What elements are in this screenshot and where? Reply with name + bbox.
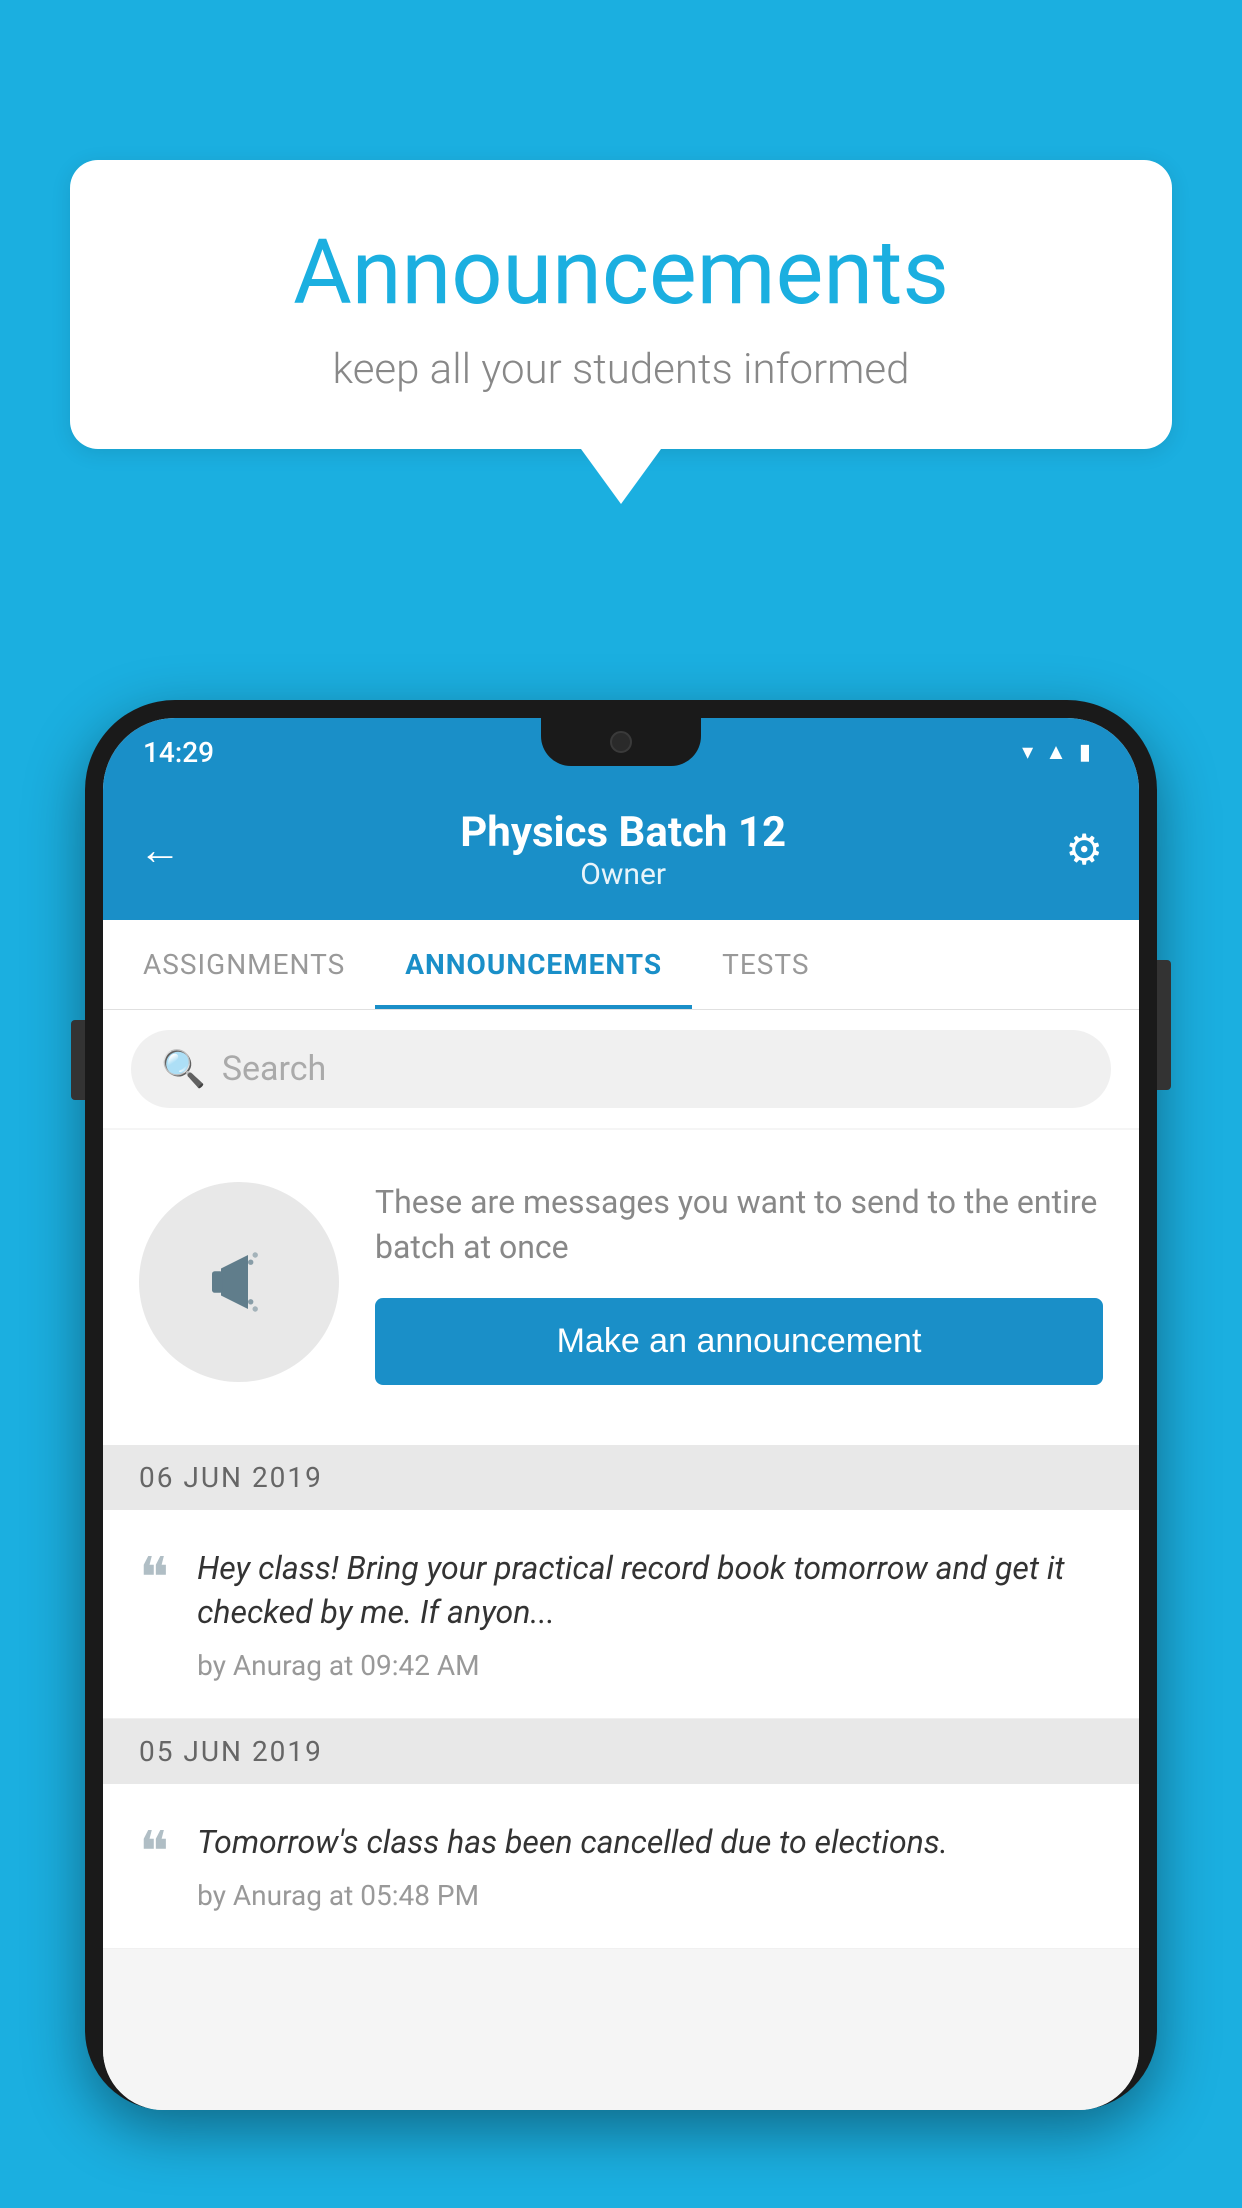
camera	[610, 731, 632, 753]
announcement-content-1: Hey class! Bring your practical record b…	[197, 1546, 1103, 1683]
search-bar: 🔍 Search	[103, 1010, 1139, 1128]
empty-state-description: These are messages you want to send to t…	[375, 1180, 1103, 1270]
bubble-title: Announcements	[130, 220, 1112, 325]
make-announcement-button[interactable]: Make an announcement	[375, 1298, 1103, 1385]
battery-icon: ▮	[1079, 740, 1091, 765]
megaphone-icon	[194, 1237, 284, 1327]
bubble-subtitle: keep all your students informed	[130, 345, 1112, 394]
bubble-arrow	[581, 449, 661, 504]
speech-bubble-section: Announcements keep all your students inf…	[70, 160, 1172, 504]
signal-icon: ▲	[1045, 739, 1067, 765]
settings-icon[interactable]: ⚙	[1065, 825, 1103, 875]
speech-bubble-card: Announcements keep all your students inf…	[70, 160, 1172, 449]
search-placeholder-text: Search	[222, 1049, 326, 1089]
wifi-icon: ▾	[1022, 740, 1033, 765]
header-title: Physics Batch 12	[460, 808, 786, 857]
search-input-container[interactable]: 🔍 Search	[131, 1030, 1111, 1108]
announcement-meta-2: by Anurag at 05:48 PM	[197, 1879, 1103, 1912]
date-divider-1: 06 JUN 2019	[103, 1445, 1139, 1510]
back-button[interactable]: ←	[139, 826, 181, 875]
empty-state-icon-circle	[139, 1182, 339, 1382]
content-area: 🔍 Search	[103, 1010, 1139, 2110]
empty-state-section: These are messages you want to send to t…	[103, 1130, 1139, 1445]
status-icons: ▾ ▲ ▮	[1022, 739, 1091, 765]
header-subtitle: Owner	[460, 857, 786, 892]
search-icon: 🔍	[161, 1048, 206, 1090]
tab-assignments[interactable]: ASSIGNMENTS	[113, 920, 375, 1009]
phone-outer-shell: 14:29 ▾ ▲ ▮ ← Physics Batch 12 Owner ⚙	[85, 700, 1157, 2110]
status-time: 14:29	[143, 736, 214, 769]
tabs-bar: ASSIGNMENTS ANNOUNCEMENTS TESTS	[103, 920, 1139, 1010]
announcement-item-1[interactable]: ❝ Hey class! Bring your practical record…	[103, 1510, 1139, 1720]
tab-announcements[interactable]: ANNOUNCEMENTS	[375, 920, 692, 1009]
quote-icon-1: ❝	[139, 1550, 169, 1683]
phone-notch	[541, 718, 701, 766]
header-center: Physics Batch 12 Owner	[460, 808, 786, 892]
date-divider-2: 05 JUN 2019	[103, 1719, 1139, 1784]
quote-icon-2: ❝	[139, 1824, 169, 1912]
announcement-item-2[interactable]: ❝ Tomorrow's class has been cancelled du…	[103, 1784, 1139, 1949]
app-header: ← Physics Batch 12 Owner ⚙	[103, 786, 1139, 920]
phone-screen: 14:29 ▾ ▲ ▮ ← Physics Batch 12 Owner ⚙	[103, 718, 1139, 2110]
phone-mockup: 14:29 ▾ ▲ ▮ ← Physics Batch 12 Owner ⚙	[85, 700, 1157, 2208]
empty-state-right: These are messages you want to send to t…	[375, 1180, 1103, 1385]
announcement-message-1: Hey class! Bring your practical record b…	[197, 1546, 1103, 1636]
announcement-content-2: Tomorrow's class has been cancelled due …	[197, 1820, 1103, 1912]
tab-tests[interactable]: TESTS	[692, 920, 839, 1009]
announcement-meta-1: by Anurag at 09:42 AM	[197, 1649, 1103, 1682]
announcement-message-2: Tomorrow's class has been cancelled due …	[197, 1820, 1103, 1865]
status-bar: 14:29 ▾ ▲ ▮	[103, 718, 1139, 786]
